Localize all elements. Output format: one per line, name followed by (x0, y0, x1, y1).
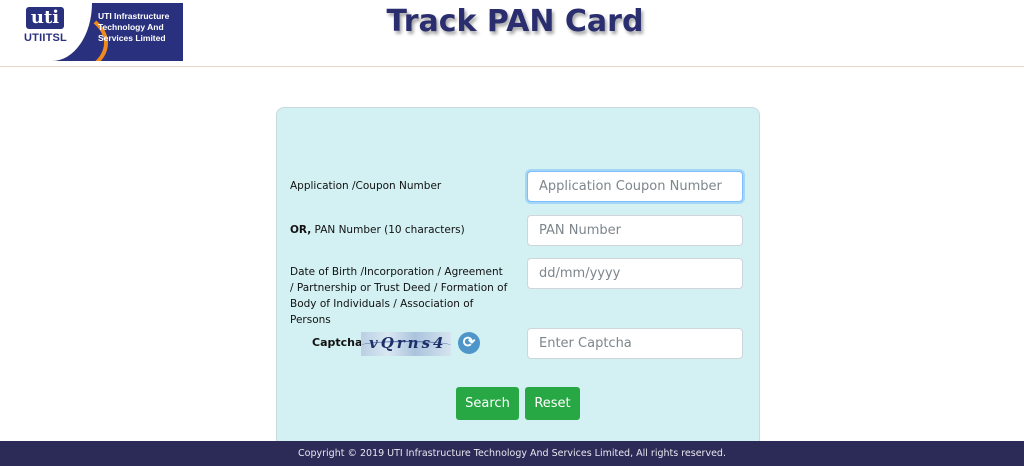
logo-line-1: UTI Infrastructure (98, 11, 170, 21)
pan-number-label: OR, PAN Number (10 characters) (290, 222, 465, 238)
search-button[interactable]: Search (456, 387, 519, 420)
logo-company-name: UTI Infrastructure Technology And Servic… (98, 11, 178, 44)
application-number-input[interactable] (527, 171, 743, 202)
logo-line-3: Services Limited (98, 33, 166, 43)
page-title: Track PAN Card (386, 4, 644, 39)
logo-short-name: UTIITSL (24, 32, 67, 44)
logo-line-2: Technology And (98, 22, 164, 32)
header: uti UTIITSL UTI Infrastructure Technolog… (0, 0, 1024, 67)
captcha-input[interactable] (527, 328, 743, 359)
date-of-birth-input[interactable] (527, 258, 743, 289)
captcha-image: vQrns4 (361, 332, 451, 356)
refresh-icon[interactable]: ⟳ (458, 332, 480, 354)
date-of-birth-label: Date of Birth /Incorporation / Agreement… (290, 266, 508, 326)
track-pan-form: Application /Coupon Number OR, PAN Numbe… (276, 107, 760, 449)
logo-uti-text: uti (26, 7, 64, 29)
pan-label-text: PAN Number (10 characters) (311, 224, 465, 236)
reset-button[interactable]: Reset (525, 387, 580, 420)
pan-number-input[interactable] (527, 215, 743, 246)
pan-or-text: OR, (290, 224, 312, 236)
captcha-label: Captcha (312, 336, 363, 349)
utiitsl-logo[interactable]: uti UTIITSL UTI Infrastructure Technolog… (18, 3, 183, 61)
footer-copyright: Copyright © 2019 UTI Infrastructure Tech… (0, 441, 1024, 466)
logo-badge: uti UTIITSL (18, 3, 108, 61)
captcha-text: vQrns4 (369, 334, 447, 352)
application-number-label: Application /Coupon Number (290, 180, 442, 192)
